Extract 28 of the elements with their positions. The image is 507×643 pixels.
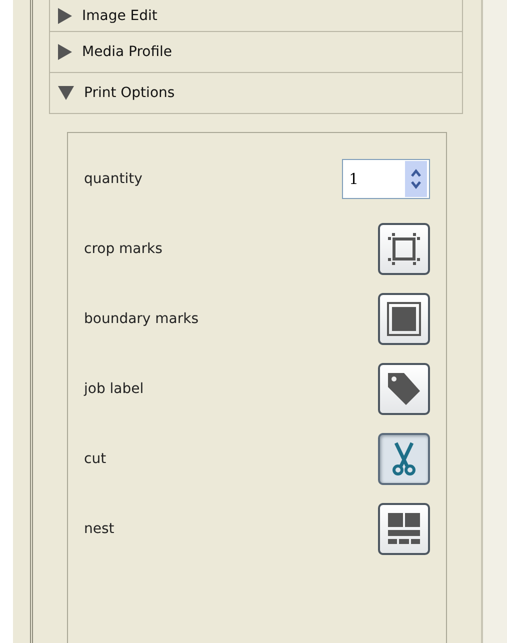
option-label: nest [84,521,114,537]
option-label: quantity [84,171,142,187]
layout-grid-icon [387,512,421,546]
section-header[interactable]: Media Profile [49,32,463,73]
option-label: cut [84,451,106,467]
number-spinner[interactable]: 1 [342,159,430,199]
scissors-icon [391,442,417,476]
toggle-button[interactable] [378,433,430,485]
triangle-right-icon [58,44,72,60]
section-title: Image Edit [82,8,158,24]
toggle-button[interactable] [378,363,430,415]
section-header[interactable]: Image Edit [49,0,463,32]
section-header[interactable]: Print Options [49,73,463,114]
toggle-button[interactable] [378,293,430,345]
option-label: boundary marks [84,311,199,327]
triangle-right-icon [58,8,72,24]
section-title: Media Profile [82,44,172,60]
framed-square-icon [387,302,421,336]
triangle-down-icon [58,86,74,100]
toggle-button[interactable] [378,223,430,275]
option-label: job label [84,381,144,397]
spinner-arrows-icon[interactable] [405,161,427,197]
section-title: Print Options [84,85,175,101]
spinner-value: 1 [349,170,359,188]
crop-marks-icon [387,232,421,266]
toggle-button[interactable] [378,503,430,555]
option-label: crop marks [84,241,162,257]
tag-icon [386,371,422,407]
